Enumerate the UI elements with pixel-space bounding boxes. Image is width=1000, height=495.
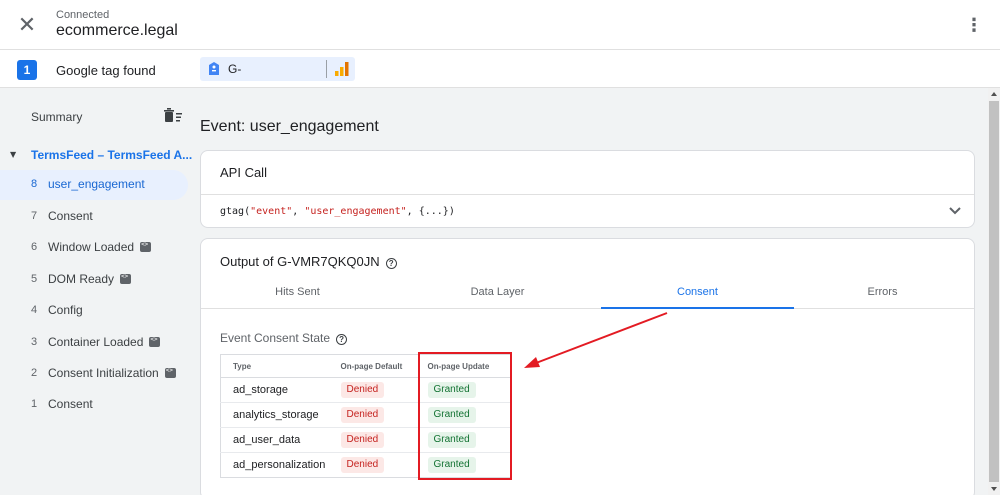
annotation-arrow: [524, 312, 668, 368]
event-number: 8: [31, 178, 38, 190]
code-badge-icon: [164, 367, 176, 378]
event-title: Event: user_engagement: [200, 118, 379, 135]
tag-chip[interactable]: G-: [200, 57, 355, 81]
code-suffix: , {...}): [406, 206, 455, 217]
api-call-title: API Call: [220, 165, 267, 180]
more-vert-icon[interactable]: ⋮: [962, 14, 986, 38]
event-label: DOM Ready: [48, 272, 132, 286]
status-badge: Denied: [340, 382, 385, 398]
chip-divider: [326, 60, 327, 78]
connection-status: Connected: [56, 9, 110, 21]
consent-state-text: Event Consent State: [220, 331, 331, 345]
api-call-code: gtag("event", "user_engagement", {...}): [220, 206, 455, 217]
event-number: 4: [31, 304, 38, 316]
default-cell: Denied: [328, 402, 416, 428]
event-label: Window Loaded: [48, 240, 152, 254]
column-header-type: Type: [220, 354, 329, 378]
event-label-text: Window Loaded: [48, 240, 135, 254]
status-badge: Denied: [340, 432, 385, 448]
sidebar-event-user-engagement[interactable]: 8 user_engagement: [0, 170, 188, 200]
scroll-up-icon[interactable]: [988, 88, 1000, 100]
event-number: 6: [31, 241, 38, 253]
scroll-down-icon[interactable]: [988, 483, 1000, 495]
api-call-card: API Call gtag("event", "user_engagement"…: [200, 150, 975, 228]
code-badge-icon: [149, 336, 161, 347]
default-cell: Denied: [328, 377, 416, 403]
sidebar-event-window-loaded[interactable]: 6 Window Loaded: [0, 233, 188, 263]
default-cell: Denied: [329, 453, 416, 478]
code-prefix: gtag(: [220, 206, 251, 217]
code-separator: ,: [292, 206, 305, 217]
code-arg-event: "event": [250, 206, 293, 217]
event-number: 1: [31, 398, 38, 410]
sidebar-event-container-loaded[interactable]: 3 Container Loaded: [0, 328, 188, 358]
tag-count-badge: 1: [17, 60, 37, 80]
sidebar-event-dom-ready[interactable]: 5 DOM Ready: [0, 265, 188, 295]
container-title: TermsFeed – TermsFeed A...: [31, 148, 193, 162]
help-icon[interactable]: ?: [336, 334, 348, 345]
event-label: Consent: [48, 397, 93, 411]
output-title: Output of G-VMR7QKQ0JN?: [220, 254, 397, 269]
google-tag-icon: [209, 62, 219, 75]
caret-down-icon: ▼: [10, 150, 17, 159]
close-icon[interactable]: ✕: [14, 13, 40, 39]
code-badge-icon: [120, 273, 132, 284]
consent-type: analytics_storage: [220, 402, 329, 428]
code-badge-icon: [140, 241, 152, 252]
event-label: user_engagement: [48, 177, 145, 191]
tab-errors[interactable]: Errors: [786, 283, 979, 309]
sidebar-event-consent-1[interactable]: 1 Consent: [0, 390, 188, 420]
annotation-highlight-box: [418, 352, 512, 480]
output-title-text: Output of G-VMR7QKQ0JN: [220, 254, 380, 269]
consent-type: ad_storage: [220, 377, 329, 403]
analytics-bars-icon: [335, 62, 349, 76]
event-label-text: Container Loaded: [48, 335, 144, 349]
card-divider: [201, 194, 974, 195]
event-label: Container Loaded: [48, 335, 161, 349]
event-number: 7: [31, 210, 38, 222]
tag-found-label: Google tag found: [56, 63, 156, 78]
default-cell: Denied: [328, 427, 416, 453]
container-header[interactable]: ▼ TermsFeed – TermsFeed A...: [10, 147, 192, 163]
column-header-default: On-page Default: [328, 354, 416, 378]
help-icon[interactable]: ?: [385, 258, 397, 269]
status-badge: Denied: [340, 407, 385, 423]
event-label: Consent Initialization: [48, 366, 176, 380]
code-arg-name: "user_engagement": [304, 206, 407, 217]
tab-hits-sent[interactable]: Hits Sent: [201, 283, 394, 309]
event-number: 3: [31, 336, 38, 348]
consent-type: ad_personalization: [233, 459, 326, 471]
event-label: Consent: [48, 209, 93, 223]
sidebar-event-consent-initialization[interactable]: 2 Consent Initialization: [0, 359, 188, 389]
event-number: 2: [31, 367, 38, 379]
sidebar-event-config[interactable]: 4 Config: [0, 296, 188, 326]
event-label-text: Consent Initialization: [48, 366, 159, 380]
sidebar-event-consent[interactable]: 7 Consent: [0, 202, 188, 232]
sidebar-summary[interactable]: Summary: [31, 110, 82, 124]
event-label: Config: [48, 303, 83, 317]
connected-site-name: ecommerce.legal: [56, 22, 178, 39]
clear-list-icon[interactable]: [164, 108, 182, 124]
status-badge: Denied: [340, 457, 385, 473]
event-label-text: DOM Ready: [48, 272, 115, 286]
event-number: 5: [31, 273, 38, 285]
chevron-down-icon[interactable]: [946, 203, 964, 219]
scrollbar-thumb[interactable]: [989, 101, 999, 482]
consent-state-title: Event Consent State?: [220, 331, 348, 345]
consent-type: ad_user_data: [220, 427, 329, 453]
tag-id-label: G-: [228, 62, 242, 76]
